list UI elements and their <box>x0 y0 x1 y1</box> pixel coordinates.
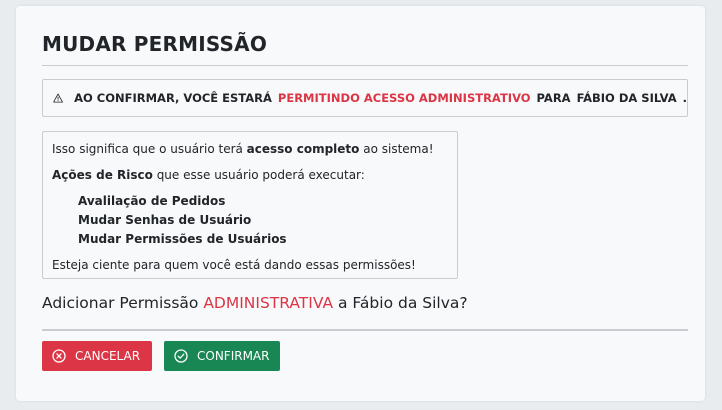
info-text: que esse usuário poderá executar: <box>152 168 365 182</box>
warning-alert: AO CONFIRMAR, VOCÊ ESTARÁ PERMITINDO ACE… <box>42 79 688 117</box>
question-text: Adicionar Permissão <box>42 294 204 312</box>
info-line-access: Isso significa que o usuário terá acesso… <box>52 142 434 156</box>
confirm-question: Adicionar Permissão ADMINISTRATIVA a Fáb… <box>42 294 468 312</box>
warning-user: FÁBIO DA SILVA <box>576 91 677 105</box>
info-box: Isso significa que o usuário terá acesso… <box>42 131 458 279</box>
warning-end: . <box>682 91 687 105</box>
question-highlight: ADMINISTRATIVA <box>203 294 334 312</box>
risk-item: Mudar Permissões de Usuários <box>78 232 287 246</box>
info-text: Isso significa que o usuário terá <box>52 142 247 156</box>
info-line-risk-heading: Ações de Risco que esse usuário poderá e… <box>52 168 365 182</box>
check-circle-icon <box>174 349 188 363</box>
modal-title: MUDAR PERMISSÃO <box>42 32 268 56</box>
title-divider <box>42 65 688 66</box>
warning-prefix: AO CONFIRMAR, VOCÊ ESTARÁ <box>74 91 272 105</box>
info-text: ao sistema! <box>359 142 434 156</box>
warning-triangle-icon <box>53 93 63 103</box>
close-circle-icon <box>52 349 66 363</box>
warning-highlight: PERMITINDO ACESSO ADMINISTRATIVO <box>277 91 531 105</box>
confirm-button[interactable]: CONFIRMAR <box>164 341 280 371</box>
risk-heading: Ações de Risco <box>52 168 153 182</box>
warning-middle: PARA <box>536 91 571 105</box>
permission-modal: MUDAR PERMISSÃO AO CONFIRMAR, VOCÊ ESTAR… <box>16 6 705 401</box>
cancel-label: CANCELAR <box>75 349 141 363</box>
cancel-button[interactable]: CANCELAR <box>42 341 152 371</box>
question-text: a Fábio da Silva? <box>333 294 468 312</box>
info-emphasis: acesso completo <box>246 142 360 156</box>
risk-item: Mudar Senhas de Usuário <box>78 213 252 227</box>
footer-divider <box>42 329 688 331</box>
confirm-label: CONFIRMAR <box>197 349 270 363</box>
info-footer: Esteja ciente para quem você está dando … <box>52 258 416 272</box>
risk-item: Avalilação de Pedidos <box>78 194 226 208</box>
